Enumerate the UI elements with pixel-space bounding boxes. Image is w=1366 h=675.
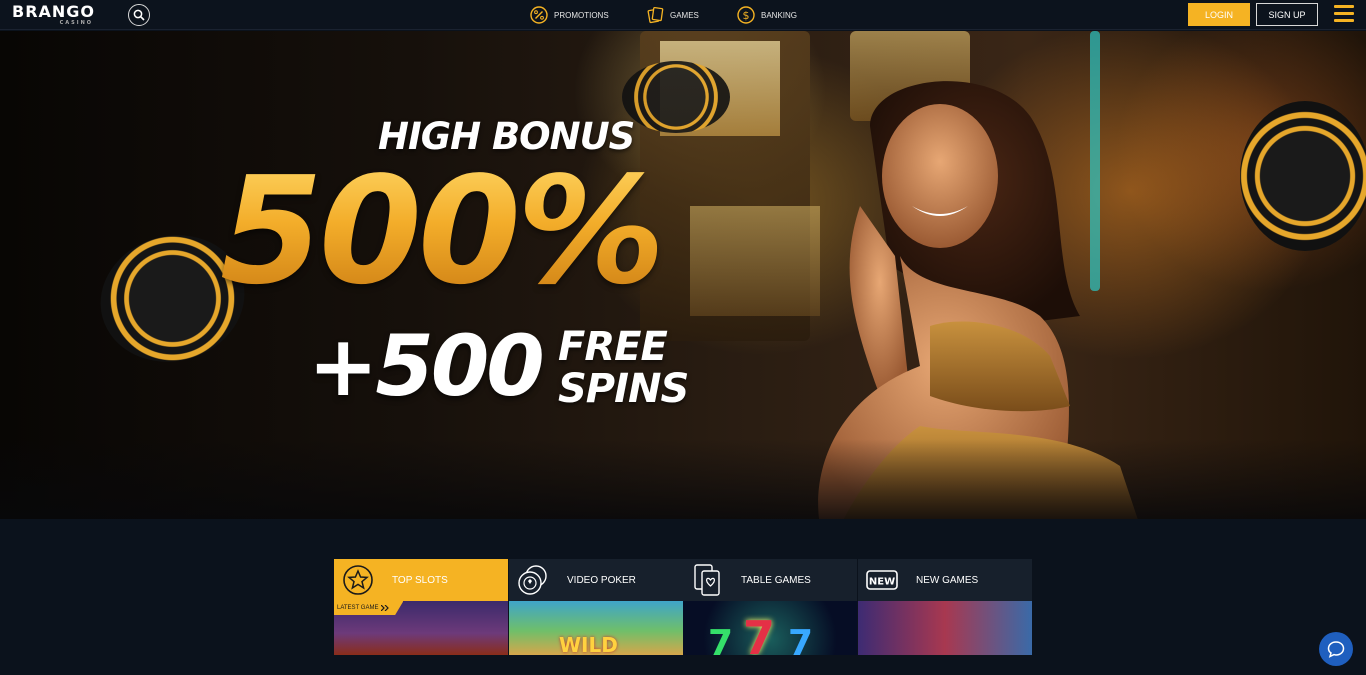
hero-bottom-shade (0, 439, 1366, 519)
chat-bubble-icon (1327, 641, 1345, 658)
tab-video-poker-label: VIDEO POKER (567, 574, 636, 586)
hamburger-menu-button[interactable] (1334, 5, 1354, 23)
poker-chip-image (1240, 101, 1366, 251)
hero-free-spins-label: FREE SPINS (558, 324, 689, 412)
poker-chip-image (622, 61, 730, 133)
tab-table-games-label: TABLE GAMES (741, 574, 811, 586)
game-tile-logo: WILD (559, 633, 618, 655)
search-button[interactable] (128, 4, 150, 26)
nav-promotions[interactable]: PROMOTIONS (530, 5, 646, 25)
new-badge-icon: NEW (864, 562, 900, 598)
game-tile-symbol: 7 (708, 623, 734, 655)
main-nav: PROMOTIONS GAMES $ BANKING (530, 5, 797, 25)
game-tile[interactable]: WILD (509, 601, 683, 655)
search-icon (133, 9, 145, 21)
nav-promotions-label: PROMOTIONS (554, 10, 609, 20)
spins-label: SPINS (558, 366, 689, 412)
menu-line (1334, 19, 1354, 22)
new-icon-text: NEW (869, 577, 895, 588)
tab-new-games[interactable]: NEW NEW GAMES (858, 559, 1032, 601)
double-chevron-icon (381, 605, 390, 611)
game-categories: TOP SLOTS VIDEO POKER TABLE GAMES NEW NE… (334, 559, 1032, 655)
nav-banking-label: BANKING (761, 10, 798, 20)
signup-button[interactable]: SIGN UP (1256, 3, 1318, 26)
game-tile[interactable]: 7 7 7 (683, 601, 857, 655)
tab-video-poker[interactable]: VIDEO POKER (509, 559, 683, 601)
game-tile-symbol: 7 (788, 623, 814, 655)
latest-game-badge: LATEST GAME (334, 601, 404, 615)
hero-bonus-percent: 500% (220, 145, 665, 317)
tab-table-games[interactable]: TABLE GAMES (683, 559, 857, 601)
hero-banner[interactable]: HIGH BONUS 500% +500 FREE SPINS (0, 31, 1366, 519)
chips-icon (515, 562, 551, 598)
game-tile-symbol: 7 (743, 611, 776, 655)
nav-games-label: GAMES (670, 10, 699, 20)
game-tile[interactable] (858, 601, 1032, 655)
hero-free-spins-amount: +500 (308, 317, 545, 415)
menu-line (1334, 12, 1354, 15)
top-navigation-bar: BRANGO CASINO PROMOTIONS GAMES $ BANKING… (0, 0, 1366, 30)
nav-banking[interactable]: $ BANKING (737, 5, 797, 25)
percent-icon (530, 6, 548, 24)
playing-cards-icon (689, 562, 725, 598)
tab-top-slots-label: TOP SLOTS (392, 574, 448, 586)
latest-game-label: LATEST GAME (337, 605, 379, 611)
live-chat-button[interactable] (1319, 632, 1353, 666)
page-bottom-edge (0, 655, 1366, 675)
tab-top-slots[interactable]: TOP SLOTS (334, 559, 508, 601)
logo-text: BRANGO (12, 2, 96, 21)
menu-line (1334, 5, 1354, 8)
star-icon (340, 562, 376, 598)
svg-text:$: $ (743, 9, 750, 22)
login-button[interactable]: LOGIN (1188, 3, 1250, 26)
brand-logo[interactable]: BRANGO CASINO (12, 2, 96, 27)
nav-games[interactable]: GAMES (646, 5, 737, 25)
tab-new-games-label: NEW GAMES (916, 574, 979, 586)
free-label: FREE (558, 324, 668, 370)
cards-icon (647, 6, 664, 24)
dollar-icon: $ (737, 6, 755, 24)
